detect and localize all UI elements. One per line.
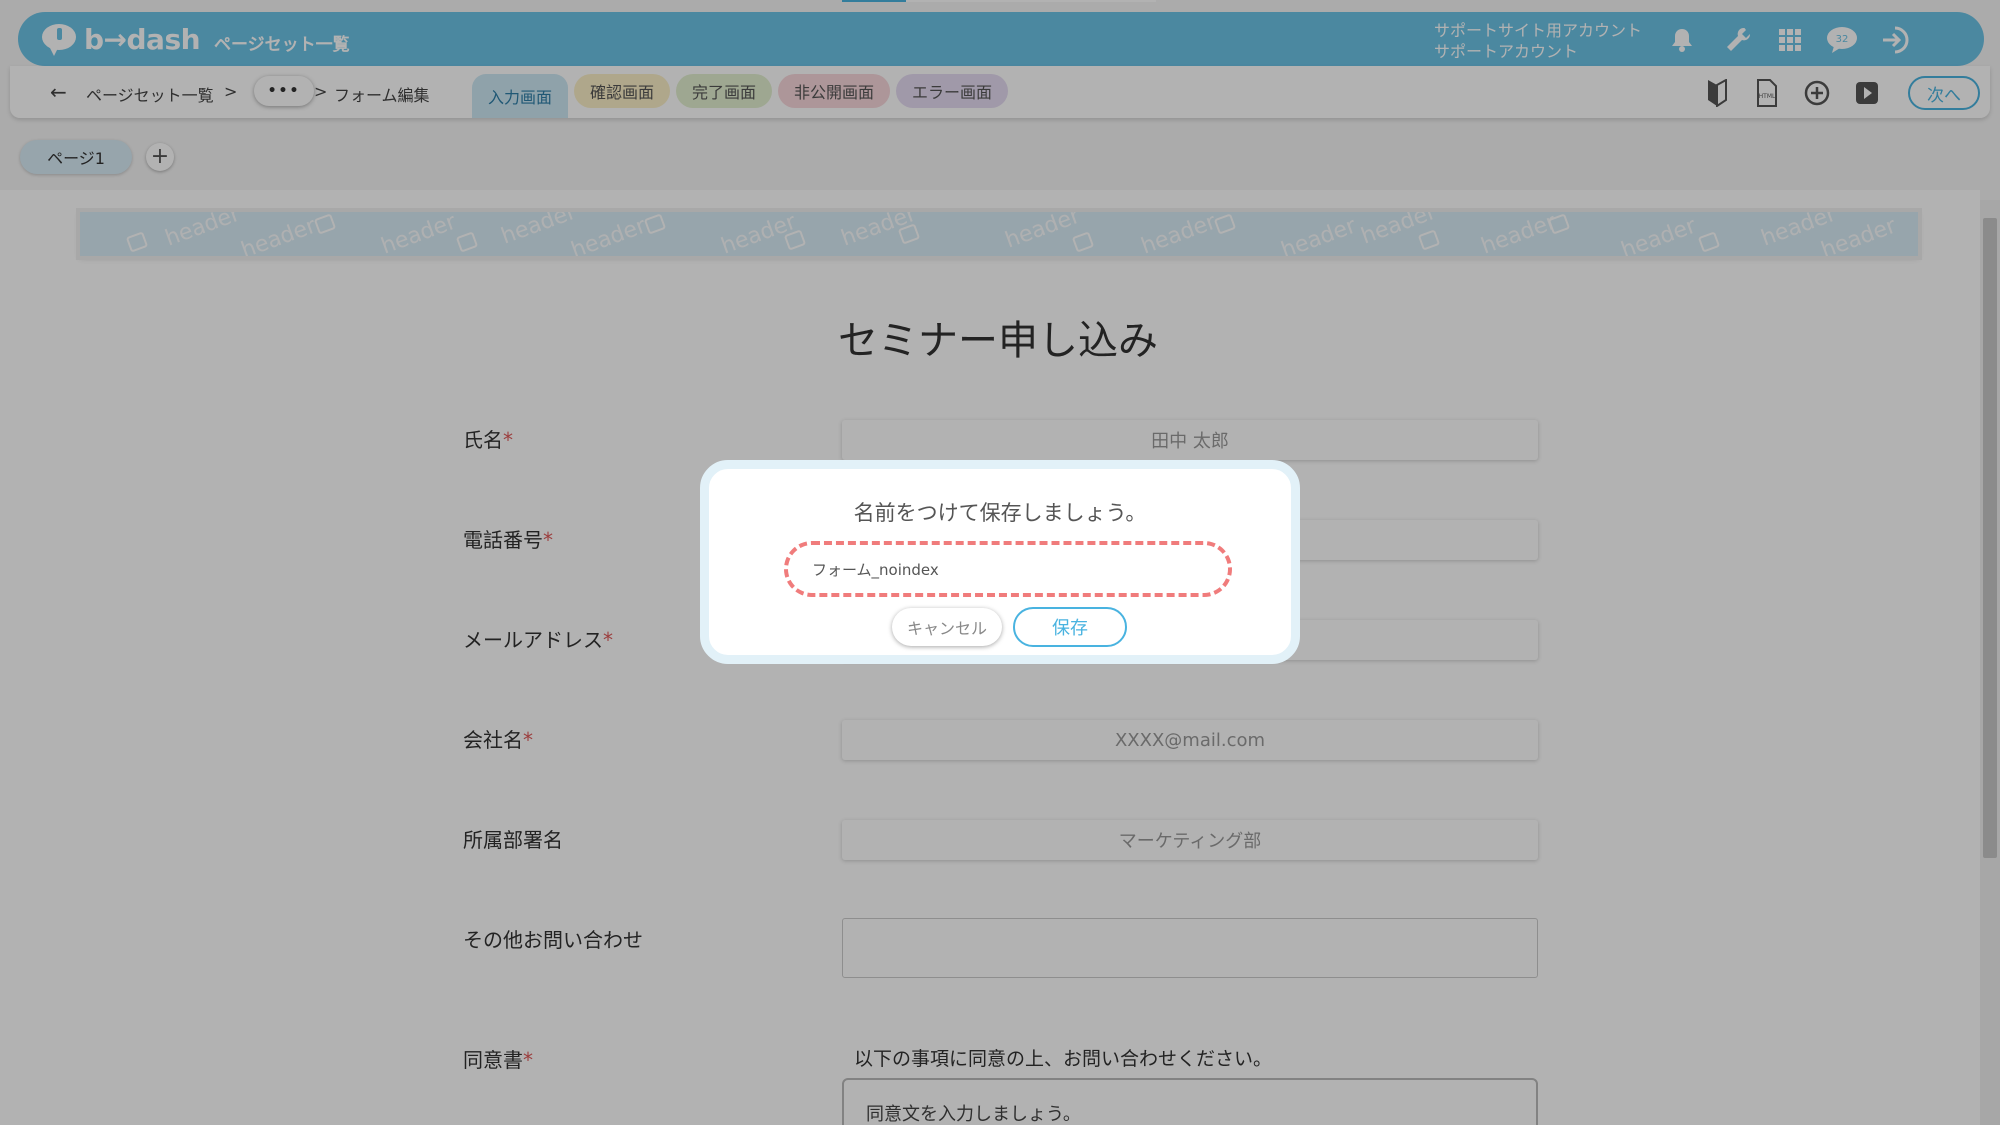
dialog-title: 名前をつけて保存しましょう。 bbox=[853, 501, 1147, 525]
save-name-dialog: 名前をつけて保存しましょう。 フォーム_noindex キャンセル 保存 bbox=[700, 460, 1300, 664]
name-input-field[interactable]: フォーム_noindex bbox=[784, 541, 1232, 597]
save-button[interactable]: 保存 bbox=[1013, 607, 1127, 647]
cancel-button[interactable]: キャンセル bbox=[892, 608, 1002, 646]
